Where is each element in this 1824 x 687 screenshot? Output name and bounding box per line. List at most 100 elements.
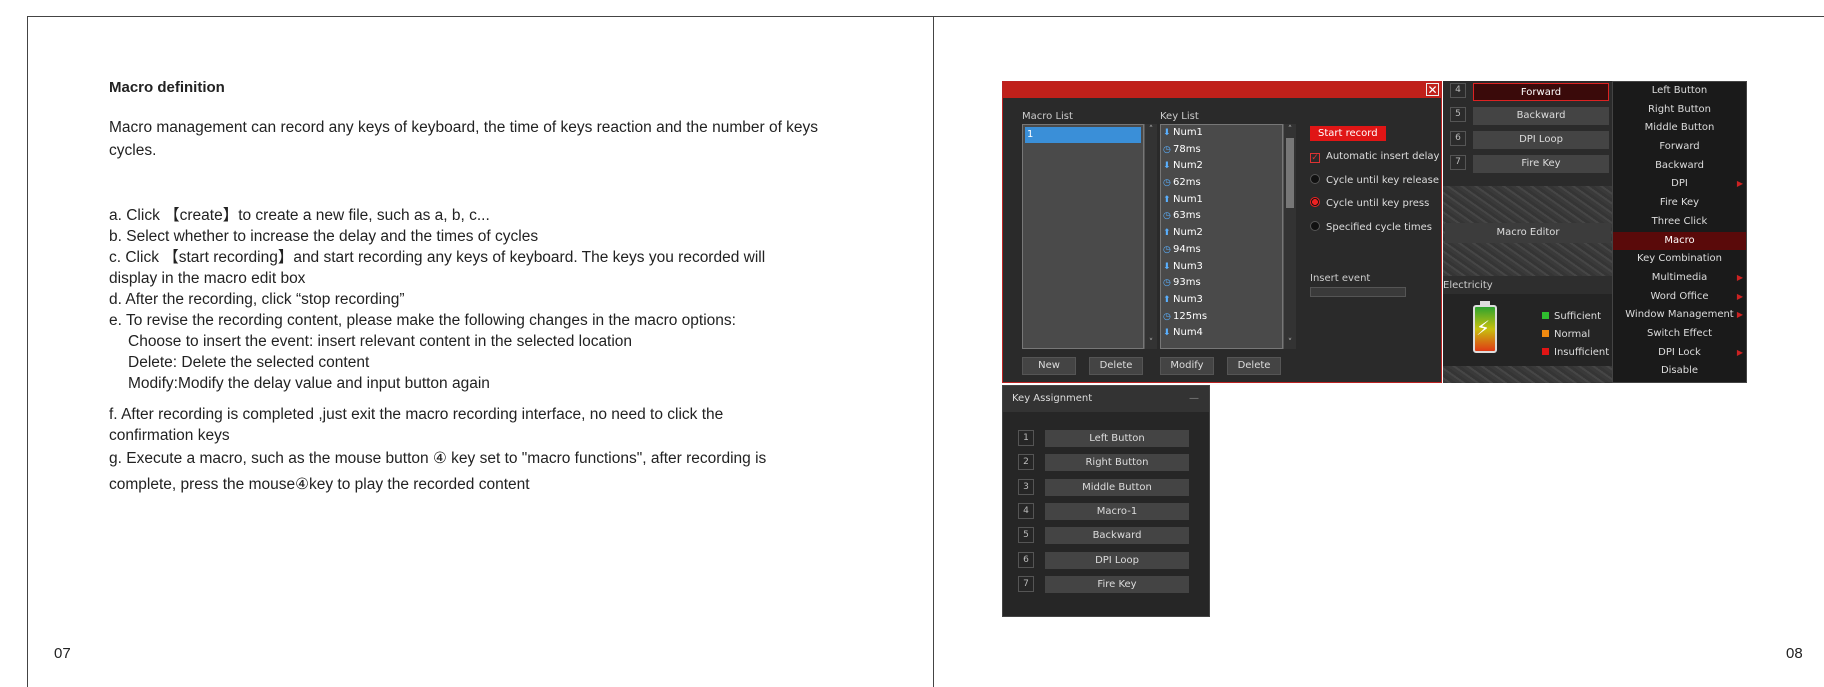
step-d: d. After the recording, click “stop reco… bbox=[109, 291, 405, 308]
menu-item-forward[interactable]: Forward bbox=[1613, 138, 1746, 157]
modify-button[interactable]: Modify bbox=[1160, 357, 1214, 375]
macro-editor-button[interactable]: Macro Editor bbox=[1445, 223, 1611, 243]
row-number: 7 bbox=[1450, 155, 1466, 170]
step-f-line1: f. After recording is completed ,just ex… bbox=[109, 406, 724, 423]
macro-window: ✕ Macro List Key List 1 ˄ ˅ ⬇ Num1 ◷ 78ms ⬇ N… bbox=[1002, 81, 1442, 383]
assignment-row-number: 5 bbox=[1018, 527, 1034, 544]
up-arrow-icon: ⬆ bbox=[1163, 194, 1171, 205]
menu-item-word-office[interactable]: Word Office ▶ bbox=[1613, 288, 1746, 307]
scroll-down-icon[interactable]: ˅ bbox=[1284, 337, 1296, 349]
assignment-button-4[interactable]: Macro-1 bbox=[1045, 502, 1189, 520]
section-title: Macro definition bbox=[109, 79, 225, 96]
clock-icon: ◷ bbox=[1163, 178, 1171, 189]
insert-event-field[interactable] bbox=[1310, 287, 1406, 297]
up-arrow-icon: ⬆ bbox=[1163, 228, 1171, 239]
delete-macro-button[interactable]: Delete bbox=[1089, 357, 1143, 375]
legend-sufficient: Sufficient bbox=[1542, 311, 1601, 322]
macro-list[interactable]: 1 bbox=[1022, 124, 1144, 349]
menu-item-switch-effect[interactable]: Switch Effect bbox=[1613, 325, 1746, 344]
assignment-button-6[interactable]: DPI Loop bbox=[1045, 551, 1189, 569]
start-record-button[interactable]: Start record bbox=[1310, 126, 1386, 141]
button-6-assignment[interactable]: DPI Loop bbox=[1473, 131, 1609, 149]
assignment-button-3[interactable]: Middle Button bbox=[1045, 478, 1189, 496]
menu-item-disable[interactable]: Disable bbox=[1613, 362, 1746, 381]
page-frame-top bbox=[27, 16, 1824, 17]
menu-item-right-button[interactable]: Right Button bbox=[1613, 101, 1746, 120]
submenu-arrow-icon: ▶ bbox=[1736, 291, 1743, 301]
row-number: 6 bbox=[1450, 131, 1466, 146]
key-list-item[interactable]: ⬇ Num2 bbox=[1161, 158, 1282, 175]
submenu-arrow-icon: ▶ bbox=[1736, 347, 1743, 357]
button-7-assignment[interactable]: Fire Key bbox=[1473, 155, 1609, 173]
minimize-icon[interactable]: — bbox=[1189, 386, 1199, 412]
menu-item-dpi-lock[interactable]: DPI Lock ▶ bbox=[1613, 344, 1746, 363]
page-number-right: 08 bbox=[1786, 645, 1803, 662]
key-list-item[interactable]: ◷ 93ms bbox=[1161, 275, 1282, 292]
scroll-thumb[interactable] bbox=[1286, 138, 1294, 208]
key-list-item[interactable]: ◷ 78ms bbox=[1161, 142, 1282, 159]
specified-cycles-radio[interactable]: Specified cycle times bbox=[1310, 221, 1432, 233]
scroll-up-icon[interactable]: ˄ bbox=[1145, 124, 1157, 136]
assignment-row-number: 3 bbox=[1018, 478, 1034, 495]
new-button[interactable]: New bbox=[1022, 357, 1076, 375]
key-list-item[interactable]: ⬇ Num4 bbox=[1161, 325, 1282, 342]
cycle-release-radio[interactable]: Cycle until key release bbox=[1310, 174, 1439, 186]
scroll-down-icon[interactable]: ˅ bbox=[1145, 337, 1157, 349]
intro-paragraph: Macro management can record any keys of … bbox=[109, 119, 819, 159]
key-list-item[interactable]: ◷ 125ms bbox=[1161, 309, 1282, 326]
button-5-assignment[interactable]: Backward bbox=[1473, 107, 1609, 125]
menu-item-left-button[interactable]: Left Button bbox=[1613, 82, 1746, 101]
assignment-row-number: 1 bbox=[1018, 430, 1034, 446]
menu-item-macro[interactable]: Macro bbox=[1613, 231, 1746, 251]
menu-item-dpi[interactable]: DPI ▶ bbox=[1613, 175, 1746, 194]
macro-list-scrollbar[interactable]: ˄ ˅ bbox=[1144, 124, 1157, 349]
menu-item-multimedia[interactable]: Multimedia ▶ bbox=[1613, 269, 1746, 288]
key-list-item[interactable]: ◷ 94ms bbox=[1161, 242, 1282, 259]
row-number: 4 bbox=[1450, 83, 1466, 98]
step-e: e. To revise the recording content, plea… bbox=[109, 312, 736, 329]
key-list-item[interactable]: ⬇ Num1 bbox=[1161, 125, 1282, 142]
step-a: a. Click 【create】to create a new file, s… bbox=[109, 207, 490, 224]
key-list-item[interactable]: ◷ 63ms bbox=[1161, 208, 1282, 225]
clock-icon: ◷ bbox=[1163, 244, 1171, 255]
button-4-assignment[interactable]: Forward bbox=[1473, 83, 1609, 101]
radio-icon bbox=[1310, 221, 1320, 231]
scroll-up-icon[interactable]: ˄ bbox=[1284, 124, 1296, 136]
key-assignment-window: Key Assignment — 1 Left Button 2 Right Butt… bbox=[1002, 385, 1210, 617]
key-list-item[interactable]: ⬆ Num2 bbox=[1161, 225, 1282, 242]
key-list-item[interactable]: ⬆ Num1 bbox=[1161, 192, 1282, 209]
assignment-row-number: 7 bbox=[1018, 575, 1034, 592]
menu-item-window-management[interactable]: Window Management ▶ bbox=[1613, 306, 1746, 325]
key-list-item[interactable]: ⬆ Num3 bbox=[1161, 292, 1282, 309]
assignment-button-7[interactable]: Fire Key bbox=[1045, 575, 1189, 593]
key-list-item[interactable]: ◷ 62ms bbox=[1161, 175, 1282, 192]
down-arrow-icon: ⬇ bbox=[1163, 328, 1171, 339]
menu-item-backward[interactable]: Backward bbox=[1613, 157, 1746, 176]
menu-item-three-click[interactable]: Three Click bbox=[1613, 213, 1746, 232]
macro-list-label: Macro List bbox=[1022, 111, 1073, 122]
key-list-scrollbar[interactable]: ˄ ˅ bbox=[1283, 124, 1296, 349]
key-assignment-title: Key Assignment bbox=[1012, 393, 1093, 404]
key-list[interactable]: ⬇ Num1 ◷ 78ms ⬇ Num2 ◷ 62ms ⬆ Num1 ◷ 63ms ⬆ Num2 ◷ 94ms… bbox=[1160, 124, 1283, 349]
assignment-button-1[interactable]: Left Button bbox=[1045, 430, 1189, 447]
close-icon[interactable]: ✕ bbox=[1426, 83, 1439, 97]
button-settings-panel: 4 Forward 5 Backward 6 DPI Loop 7 Fire K… bbox=[1443, 81, 1612, 383]
step-e-delete: Delete: Delete the selected content bbox=[128, 354, 370, 371]
clock-icon: ◷ bbox=[1163, 311, 1171, 322]
cycle-press-radio[interactable]: Cycle until key press bbox=[1310, 197, 1429, 209]
assignment-row-number: 4 bbox=[1018, 502, 1034, 519]
menu-item-middle-button[interactable]: Middle Button bbox=[1613, 119, 1746, 138]
function-menu: Left Button Right Button Middle Button Forw… bbox=[1612, 81, 1747, 383]
delete-key-button[interactable]: Delete bbox=[1227, 357, 1281, 375]
assignment-button-2[interactable]: Right Button bbox=[1045, 454, 1189, 472]
step-g-line1: g. Execute a macro, such as the mouse bu… bbox=[109, 450, 767, 467]
menu-item-key-combination[interactable]: Key Combination bbox=[1613, 250, 1746, 269]
clock-icon: ◷ bbox=[1163, 211, 1171, 222]
auto-delay-checkbox[interactable]: ✓ Automatic insert delay bbox=[1310, 151, 1439, 163]
assignment-button-5[interactable]: Backward bbox=[1045, 527, 1189, 545]
macro-list-item[interactable]: 1 bbox=[1025, 127, 1141, 143]
menu-item-fire-key[interactable]: Fire Key bbox=[1613, 194, 1746, 213]
insert-event-label: Insert event bbox=[1310, 273, 1371, 284]
key-list-item[interactable]: ⬇ Num3 bbox=[1161, 259, 1282, 276]
down-arrow-icon: ⬇ bbox=[1163, 161, 1171, 172]
